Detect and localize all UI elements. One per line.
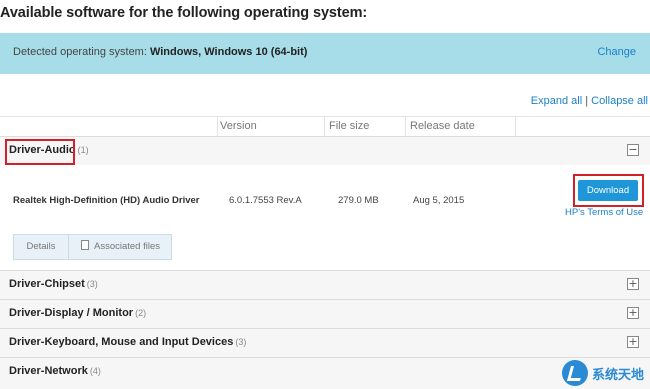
detected-os-label: Detected operating system: bbox=[13, 46, 147, 58]
column-divider bbox=[324, 117, 325, 136]
section-driver-audio[interactable]: Driver-Audio (1) − bbox=[0, 136, 650, 165]
collapse-all-link[interactable]: Collapse all bbox=[591, 95, 648, 107]
section-count: (1) bbox=[77, 145, 89, 155]
section-name: Driver-Network bbox=[9, 365, 88, 377]
expand-all-link[interactable]: Expand all bbox=[531, 95, 582, 107]
column-header-version: Version bbox=[220, 120, 257, 132]
section-title: Driver-Chipset (3) bbox=[9, 278, 98, 290]
section-driver-chipset[interactable]: Driver-Chipset (3) + bbox=[0, 270, 650, 299]
section-count: (3) bbox=[86, 279, 98, 289]
section-title: Driver-Display / Monitor (2) bbox=[9, 307, 146, 319]
os-banner: Detected operating system: Windows, Wind… bbox=[0, 33, 650, 74]
expand-collapse-controls: Expand all | Collapse all bbox=[531, 95, 648, 107]
tab-associated-files[interactable]: Associated files bbox=[69, 235, 172, 259]
driver-file-size: 279.0 MB bbox=[338, 195, 379, 206]
driver-release-date: Aug 5, 2015 bbox=[413, 195, 465, 206]
collapse-icon[interactable]: − bbox=[627, 144, 639, 156]
driver-row: Realtek High-Definition (HD) Audio Drive… bbox=[0, 165, 650, 270]
table-header: Version File size Release date bbox=[0, 116, 650, 136]
change-os-link[interactable]: Change bbox=[597, 46, 636, 58]
watermark-logo-icon bbox=[561, 360, 588, 386]
section-name: Driver-Chipset bbox=[9, 278, 85, 290]
driver-tabs: Details Associated files bbox=[13, 234, 172, 260]
tab-details[interactable]: Details bbox=[14, 235, 69, 259]
tab-associated-files-label: Associated files bbox=[94, 241, 161, 252]
section-title: Driver-Keyboard, Mouse and Input Devices… bbox=[9, 336, 246, 348]
page-title: Available software for the following ope… bbox=[0, 5, 368, 21]
column-divider bbox=[405, 117, 406, 136]
section-driver-keyboard-mouse[interactable]: Driver-Keyboard, Mouse and Input Devices… bbox=[0, 328, 650, 357]
highlight-outline-section bbox=[5, 139, 75, 165]
section-title: Driver-Network (4) bbox=[9, 365, 101, 377]
section-name: Driver-Display / Monitor bbox=[9, 307, 134, 319]
expand-icon[interactable]: + bbox=[627, 278, 639, 290]
expand-icon[interactable]: + bbox=[627, 336, 639, 348]
driver-name: Realtek High-Definition (HD) Audio Drive… bbox=[13, 195, 200, 206]
watermark: 系统天地 bbox=[561, 360, 644, 386]
section-count: (4) bbox=[89, 366, 101, 376]
highlight-outline-download bbox=[573, 174, 644, 207]
section-driver-display-monitor[interactable]: Driver-Display / Monitor (2) + bbox=[0, 299, 650, 328]
watermark-text: 系统天地 bbox=[591, 367, 644, 383]
section-name: Driver-Keyboard, Mouse and Input Devices bbox=[9, 336, 234, 348]
column-divider bbox=[217, 117, 218, 136]
driver-version: 6.0.1.7553 Rev.A bbox=[229, 195, 302, 206]
column-divider bbox=[515, 117, 516, 136]
file-icon bbox=[81, 240, 89, 250]
section-count: (3) bbox=[235, 337, 247, 347]
section-driver-network[interactable]: Driver-Network (4) bbox=[0, 357, 650, 389]
detected-os-text: Detected operating system: Windows, Wind… bbox=[13, 46, 307, 58]
section-count: (2) bbox=[135, 308, 147, 318]
expand-separator: | bbox=[585, 95, 589, 107]
detected-os-value: Windows, Windows 10 (64-bit) bbox=[149, 46, 308, 58]
terms-of-use-link[interactable]: HP's Terms of Use bbox=[565, 207, 643, 218]
expand-icon[interactable]: + bbox=[627, 307, 639, 319]
column-header-file-size: File size bbox=[329, 120, 370, 132]
column-header-release-date: Release date bbox=[410, 120, 475, 132]
